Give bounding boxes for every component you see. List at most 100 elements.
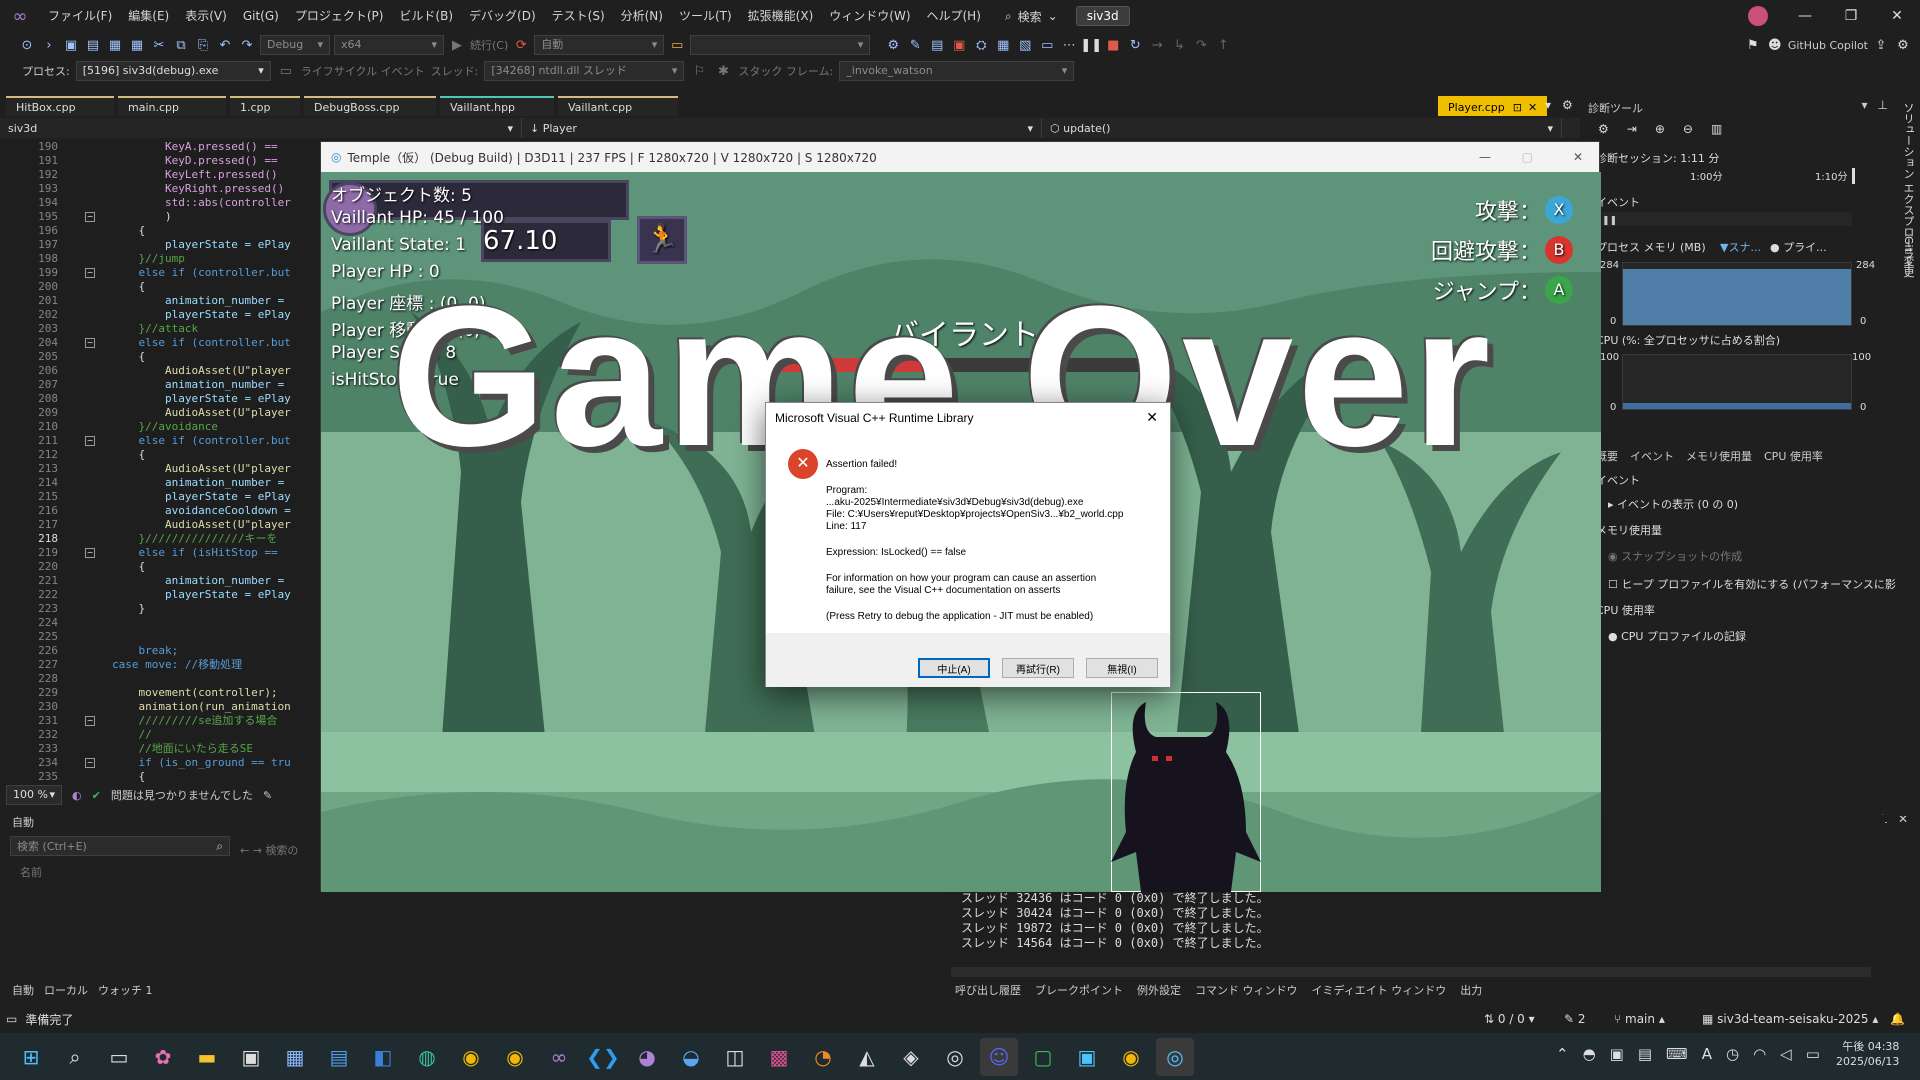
menu-item[interactable]: ツール(T) — [671, 0, 740, 32]
memory-chart[interactable] — [1622, 262, 1852, 326]
clock[interactable]: 午後 04:38 2025/06/13 — [1836, 1039, 1899, 1069]
copilot-app-icon[interactable]: ✿ — [144, 1038, 182, 1076]
step-icon[interactable]: → — [1148, 36, 1166, 54]
git-changes-tab[interactable]: Git 変更 — [1900, 236, 1916, 277]
zoom-out-icon[interactable]: ⊖ — [1683, 122, 1693, 136]
edge-icon[interactable]: ◍ — [408, 1038, 446, 1076]
game-close-button[interactable]: ✕ — [1573, 150, 1583, 164]
continue-icon[interactable]: ▶ — [448, 36, 466, 54]
panel-tab[interactable]: 自動 — [12, 982, 34, 998]
snipping-tool-icon[interactable]: ◫ — [716, 1038, 754, 1076]
visual-studio-icon[interactable]: ∞ — [540, 1038, 578, 1076]
task-view-icon[interactable]: ▭ — [100, 1038, 138, 1076]
start-icon[interactable]: ⊞ — [12, 1038, 50, 1076]
ice-icon[interactable]: ✱ — [714, 62, 732, 80]
cpu-chart[interactable] — [1622, 354, 1852, 410]
notepad-icon[interactable]: ▤ — [320, 1038, 358, 1076]
brush-icon[interactable]: ✎ — [263, 789, 272, 802]
photos-icon[interactable]: ▣ — [1068, 1038, 1106, 1076]
menu-item[interactable]: ビルド(B) — [391, 0, 461, 32]
record-cpu-button[interactable]: ● CPU プロファイルの記録 — [1608, 628, 1746, 644]
fold-toggle[interactable]: − — [85, 716, 95, 726]
fold-toggle[interactable]: − — [85, 338, 95, 348]
file-tab[interactable]: Vaillant.hpp — [440, 96, 554, 116]
continue-label[interactable]: 続行(C) — [470, 37, 508, 53]
fold-toggle[interactable]: − — [85, 268, 95, 278]
output-tab[interactable]: 呼び出し履歴 — [955, 982, 1021, 998]
menu-item[interactable]: ヘルプ(H) — [919, 0, 989, 32]
autos-search-input[interactable]: 検索 (Ctrl+E) ⌕ — [10, 836, 230, 856]
filter-icon[interactable]: ⚐ — [690, 62, 708, 80]
tool-icon[interactable]: ⛭ — [972, 36, 990, 54]
timeline-cursor[interactable] — [1852, 168, 1855, 184]
save-all-icon[interactable]: ▦ — [128, 36, 146, 54]
output-tab[interactable]: 例外設定 — [1137, 982, 1181, 998]
code-editor[interactable]: 190 191 192 193 194 195 196 197 198 199 200 201 202 2… — [0, 140, 330, 785]
back-icon[interactable]: ⊙ — [18, 36, 36, 54]
vscode-icon[interactable]: ❮❯ — [584, 1038, 622, 1076]
account-avatar[interactable] — [1748, 6, 1768, 26]
assertion-dialog[interactable]: Microsoft Visual C++ Runtime Library ✕ ✕… — [765, 402, 1171, 687]
diag-tab[interactable]: イベント — [1630, 448, 1674, 464]
discord-icon[interactable]: ☺ — [980, 1037, 1018, 1076]
new-project-icon[interactable]: ▣ — [62, 36, 80, 54]
file-tab[interactable]: DebugBoss.cpp — [304, 96, 436, 116]
zoom-select[interactable]: 100 % ▾ — [6, 785, 62, 805]
save-icon[interactable]: ▦ — [106, 36, 124, 54]
notification-icon[interactable]: 🔔 — [1890, 1012, 1905, 1026]
heap-profile-checkbox[interactable]: ☐ ヒープ プロファイルを有効にする (パフォーマンスに影響しま — [1608, 576, 1920, 592]
paste-icon[interactable]: ⎘ — [194, 36, 212, 54]
store-icon[interactable]: ◧ — [364, 1038, 402, 1076]
unreal-icon[interactable]: ◈ — [892, 1038, 930, 1076]
chrome-icon[interactable]: ◉ — [452, 1038, 490, 1076]
lifecycle-label[interactable]: ライフサイクル イベント — [301, 63, 425, 79]
game-maximize-button[interactable]: ▢ — [1522, 150, 1533, 164]
dropdown-icon[interactable]: ▾ — [1861, 98, 1867, 112]
repository-selector[interactable]: ▦ siv3d-team-seisaku-2025 ▴ — [1702, 1012, 1878, 1026]
chrome-dev-icon[interactable]: ◉ — [1112, 1038, 1150, 1076]
copilot-icon[interactable]: ☻ — [1766, 36, 1784, 54]
terminal-icon[interactable]: ▣ — [232, 1038, 270, 1076]
file-explorer-icon[interactable]: ▬ — [188, 1038, 226, 1076]
sticky-notes-icon[interactable]: ▢ — [1024, 1038, 1062, 1076]
forward-icon[interactable]: › — [40, 36, 58, 54]
close-button[interactable]: ✕ — [1874, 0, 1920, 32]
file-tab[interactable]: HitBox.cpp — [6, 96, 114, 116]
battery-icon[interactable]: ▭ — [1806, 1045, 1820, 1063]
ignore-button[interactable]: 無視(I) — [1086, 658, 1158, 678]
rider-icon[interactable]: ▩ — [760, 1038, 798, 1076]
target-select[interactable]: ▾ — [690, 35, 871, 55]
menu-item[interactable]: ファイル(F) — [40, 0, 120, 32]
process-select[interactable]: [5196] siv3d(debug).exe ▾ — [75, 61, 271, 81]
output-tab[interactable]: 出力 — [1460, 982, 1482, 998]
menu-item[interactable]: 拡張機能(X) — [740, 0, 822, 32]
tray-app-icon[interactable]: ▣ — [1610, 1045, 1624, 1063]
steam-icon[interactable]: ◎ — [936, 1038, 974, 1076]
menu-item[interactable]: 編集(E) — [120, 0, 177, 32]
wifi-icon[interactable]: ◠ — [1753, 1045, 1766, 1063]
cut-icon[interactable]: ✂ — [150, 36, 168, 54]
clock-app-icon[interactable]: ◷ — [1726, 1045, 1739, 1063]
menu-item[interactable]: 表示(V) — [177, 0, 235, 32]
pause-icon[interactable]: ❚❚ — [1080, 36, 1102, 54]
lifecycle-icon[interactable]: ▭ — [277, 62, 295, 80]
browser-icon[interactable]: ▭ — [668, 36, 686, 54]
restore-button[interactable]: ❐ — [1828, 0, 1874, 32]
pin-icon[interactable]: ⊡ — [1513, 101, 1522, 114]
thread-select[interactable]: [34268] ntdll.dll スレッド ▾ — [484, 61, 685, 81]
tool-icon[interactable]: ⚙ — [884, 36, 902, 54]
calculator-icon[interactable]: ▦ — [276, 1038, 314, 1076]
sourcetree-icon[interactable]: ◒ — [672, 1038, 710, 1076]
tool-icon[interactable]: ▭ — [1038, 36, 1056, 54]
abort-button[interactable]: 中止(A) — [918, 658, 990, 678]
retry-button[interactable]: 再試行(R) — [1002, 658, 1074, 678]
branch-selector[interactable]: ⑂ main ▴ — [1614, 1012, 1665, 1026]
vertical-scrollbar[interactable] — [1871, 865, 1885, 965]
horizontal-scrollbar[interactable] — [951, 967, 1871, 977]
tab-player-cpp[interactable]: Player.cpp ⊡ ✕ — [1438, 96, 1548, 116]
redo-icon[interactable]: ↷ — [238, 36, 256, 54]
step-out-icon[interactable]: ↑ — [1214, 36, 1232, 54]
output-tab[interactable]: ブレークポイント — [1035, 982, 1123, 998]
undo-icon[interactable]: ↶ — [216, 36, 234, 54]
menu-item[interactable]: デバッグ(D) — [461, 0, 544, 32]
